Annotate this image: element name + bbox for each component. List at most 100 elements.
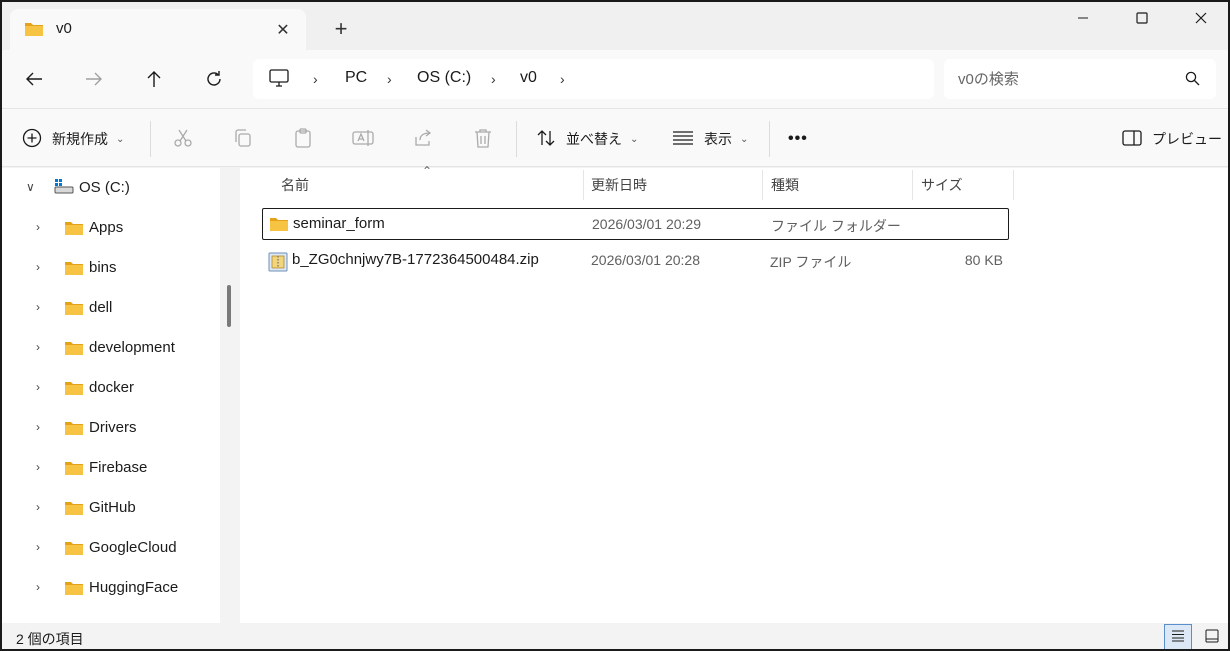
file-row-zip[interactable]: b_ZG0chnjwy7B-1772364500484.zip 2026/03/… [262,245,1009,277]
nav-item-folder[interactable]: › bins [2,248,220,288]
paste-button[interactable] [288,125,318,153]
search-input[interactable] [958,68,1178,90]
folder-icon [64,540,84,559]
tab-v0[interactable]: v0 ✕ [10,9,306,50]
navigation-bar: › PC › OS (C:) › v0 › [2,50,1228,108]
chevron-right-icon[interactable]: › [36,580,40,594]
rename-button[interactable] [348,125,378,153]
nav-item-folder[interactable]: › development [2,328,220,368]
more-options-button[interactable]: ••• [788,123,808,155]
chevron-right-icon[interactable]: › [36,460,40,474]
item-count: 2 個の項目 [16,631,84,647]
copy-icon [233,128,253,151]
minimize-button[interactable] [1054,2,1112,34]
close-window-button[interactable] [1172,2,1228,34]
command-bar: 新規作成 ⌄ 並べ替え ⌄ 表示 ⌄ ••• プレビュー [2,108,1228,167]
copy-button[interactable] [228,125,258,153]
breadcrumb-v0[interactable]: v0 [520,69,537,87]
navigation-pane: ∨ OS (C:) › Apps › bins › dell › develop… [2,168,220,623]
nav-item-folder[interactable]: › GoogleCloud [2,528,220,568]
chevron-right-icon[interactable]: › [36,340,40,354]
chevron-right-icon[interactable]: › [36,500,40,514]
nav-item-label: Drivers [89,419,137,436]
search-box[interactable] [944,59,1216,99]
chevron-down-icon: ⌄ [630,133,639,145]
preview-button[interactable]: プレビュー [1122,123,1222,155]
tab-title: v0 [56,20,72,37]
breadcrumb-chevron-icon[interactable]: › [313,71,318,87]
folder-icon [64,460,84,479]
details-view-button[interactable] [1164,624,1192,649]
chevron-right-icon[interactable]: › [36,380,40,394]
column-header-size[interactable]: サイズ [921,168,963,202]
breadcrumb-pc[interactable]: PC [345,69,367,87]
nav-item-folder[interactable]: › docker [2,368,220,408]
column-header-name[interactable]: 名前 [281,168,309,202]
nav-item-label: Apps [89,219,124,236]
nav-item-folder[interactable]: › GitHub [2,488,220,528]
search-icon[interactable] [1185,71,1200,89]
breadcrumb-chevron-icon[interactable]: › [560,71,565,87]
nav-item-label: GitHub [89,499,136,516]
forward-button[interactable] [76,62,112,96]
new-button[interactable]: 新規作成 ⌄ [22,123,124,155]
trash-icon [474,128,492,151]
nav-item-label: GoogleCloud [89,539,177,556]
file-name: seminar_form [293,215,385,232]
sort-label: 並べ替え [566,131,622,147]
back-button[interactable] [16,62,52,96]
chevron-right-icon[interactable]: › [36,220,40,234]
file-list: ⌃ 名前 更新日時 種類 サイズ seminar_form 2026/03/01… [240,164,1228,623]
maximize-button[interactable] [1113,2,1171,34]
column-divider[interactable] [912,170,913,200]
folder-icon [24,21,44,40]
delete-button[interactable] [468,125,498,153]
folder-icon [64,420,84,439]
nav-item-label: OS (C:) [79,179,130,196]
nav-item-label: development [89,339,175,356]
monitor-icon [269,69,289,90]
new-tab-button[interactable]: + [328,16,354,42]
up-button[interactable] [136,62,172,96]
nav-item-folder[interactable]: › dell [2,288,220,328]
file-row-folder[interactable]: seminar_form 2026/03/01 20:29 ファイル フォルダー [262,208,1009,240]
breadcrumb-chevron-icon[interactable]: › [387,71,392,87]
drive-icon [54,178,74,199]
column-divider[interactable] [583,170,584,200]
share-button[interactable] [408,125,438,153]
tab-close-icon[interactable]: ✕ [270,17,296,43]
column-header-type[interactable]: 種類 [771,168,799,202]
nav-item-label: docker [89,379,135,396]
nav-item-folder[interactable]: › Firebase [2,448,220,488]
refresh-button[interactable] [196,62,232,96]
breadcrumb-os-c[interactable]: OS (C:) [417,69,471,87]
large-icons-view-button[interactable] [1198,624,1226,649]
sort-ascending-icon: ⌃ [422,164,433,178]
address-bar[interactable]: › PC › OS (C:) › v0 › [253,59,934,99]
breadcrumb-chevron-icon[interactable]: › [491,71,496,87]
chevron-right-icon[interactable]: › [36,540,40,554]
column-divider[interactable] [762,170,763,200]
nav-item-label: dell [89,299,113,316]
nav-scrollbar-thumb[interactable] [227,285,231,327]
nav-item-folder[interactable]: › Apps [2,208,220,248]
column-header-date[interactable]: 更新日時 [591,168,647,202]
preview-pane-icon [1122,129,1142,149]
file-name: b_ZG0chnjwy7B-1772364500484.zip [292,251,539,268]
nav-item-folder[interactable]: › HuggingFace [2,568,220,608]
scissors-icon [173,128,193,151]
nav-scrollbar-track[interactable] [220,168,240,623]
column-divider[interactable] [1013,170,1014,200]
new-label: 新規作成 [52,131,108,147]
chevron-right-icon[interactable]: › [36,420,40,434]
chevron-down-icon[interactable]: ∨ [26,180,35,194]
nav-item-os-c[interactable]: ∨ OS (C:) [2,168,220,208]
cut-button[interactable] [168,125,198,153]
divider [516,121,517,157]
view-button[interactable]: 表示 ⌄ [672,123,748,155]
nav-item-folder[interactable]: › Drivers [2,408,220,448]
sort-button[interactable]: 並べ替え ⌄ [536,123,638,155]
chevron-right-icon[interactable]: › [36,260,40,274]
share-icon [413,128,433,151]
chevron-right-icon[interactable]: › [36,300,40,314]
